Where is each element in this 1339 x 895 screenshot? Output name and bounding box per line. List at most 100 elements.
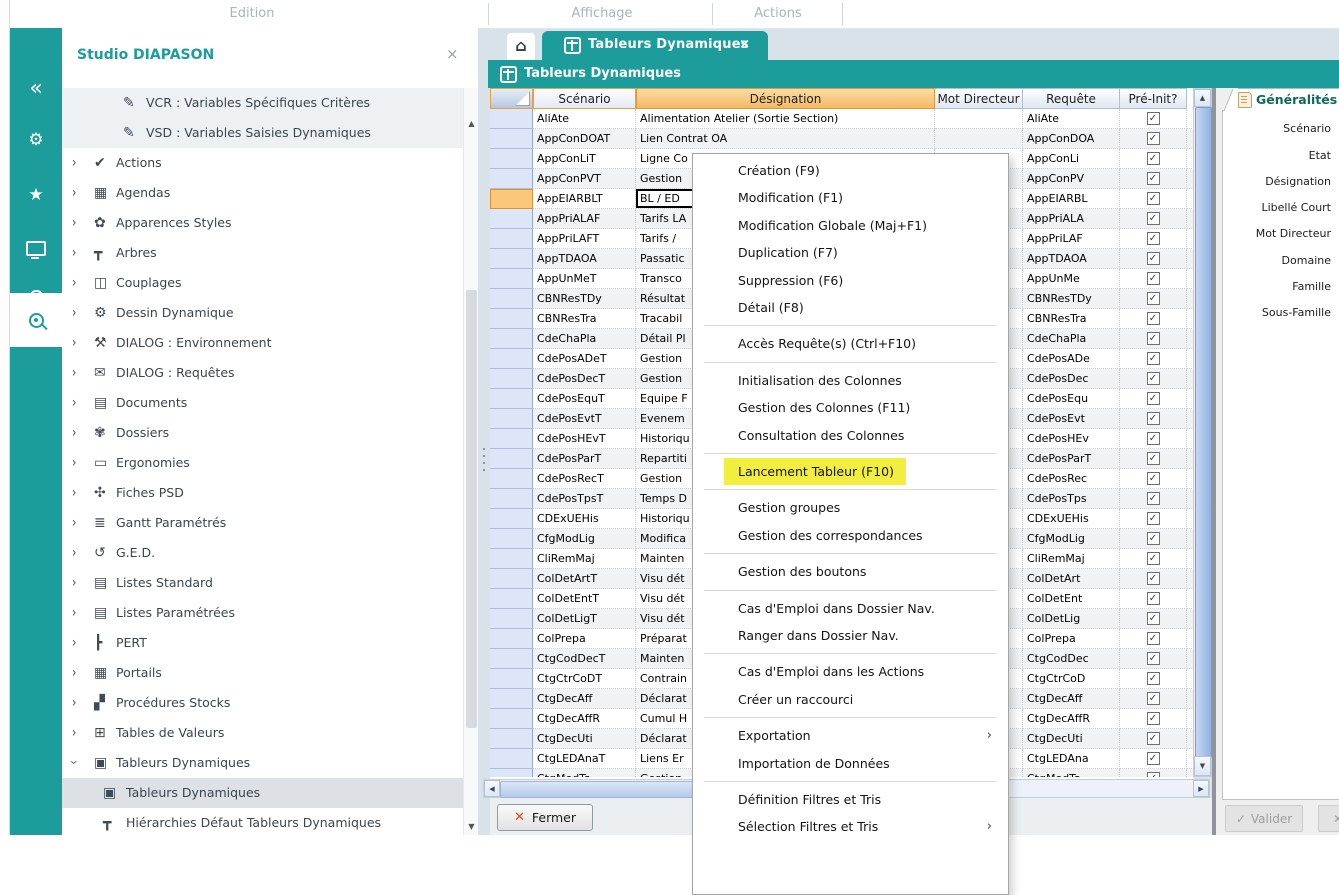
- chevron-right-icon[interactable]: ›: [72, 184, 76, 201]
- checkbox-checked-icon[interactable]: ✓: [1147, 732, 1160, 745]
- grid-cell-scenario[interactable]: CdePosTpsT: [533, 489, 636, 509]
- grid-cell-pre-init[interactable]: ✓: [1120, 669, 1187, 689]
- context-menu-item-d-tail-f8[interactable]: Détail (F8): [693, 294, 1008, 321]
- grid-cell-scenario[interactable]: CtgDecUti: [533, 729, 636, 749]
- checkbox-checked-icon[interactable]: ✓: [1147, 512, 1160, 525]
- row-selector[interactable]: [490, 149, 533, 169]
- checkbox-checked-icon[interactable]: ✓: [1147, 752, 1160, 765]
- context-menu-item-modification-f1[interactable]: Modification (F1): [693, 184, 1008, 211]
- row-selector[interactable]: [490, 249, 533, 269]
- chevron-right-icon[interactable]: ›: [72, 544, 76, 561]
- sidebar-item-fiches-psd[interactable]: ›✣Fiches PSD: [62, 478, 463, 508]
- monitor-icon[interactable]: [10, 230, 62, 266]
- grid-cell-scenario[interactable]: CdeChaPla: [533, 329, 636, 349]
- chevron-right-icon[interactable]: ›: [72, 394, 76, 411]
- grid-cell-pre-init[interactable]: ✓: [1120, 389, 1187, 409]
- chevron-right-icon[interactable]: ›: [72, 574, 76, 591]
- row-selector[interactable]: [490, 429, 533, 449]
- grid-cell-scenario[interactable]: CdePosEvtT: [533, 409, 636, 429]
- context-menu-item-suppression-f6[interactable]: Suppression (F6): [693, 267, 1008, 294]
- row-selector[interactable]: [490, 729, 533, 749]
- scroll-down-icon[interactable]: ▼: [1194, 756, 1211, 776]
- checkbox-checked-icon[interactable]: ✓: [1147, 612, 1160, 625]
- grid-cell-requete[interactable]: CtgDecUti: [1023, 729, 1120, 749]
- grid-cell-pre-init[interactable]: ✓: [1120, 109, 1187, 129]
- row-selector[interactable]: [490, 749, 533, 769]
- grid-cell-scenario[interactable]: CdePosEquT: [533, 389, 636, 409]
- grid-cell-requete[interactable]: AppConPV: [1023, 169, 1120, 189]
- context-menu-item-cas-d-emploi-dans-dossier-nav[interactable]: Cas d'Emploi dans Dossier Nav.: [693, 595, 1008, 622]
- checkbox-checked-icon[interactable]: ✓: [1147, 332, 1160, 345]
- context-menu-item-consultation-des-colonnes[interactable]: Consultation des Colonnes: [693, 422, 1008, 449]
- grid-cell-scenario[interactable]: CdePosParT: [533, 449, 636, 469]
- grid-cell-scenario[interactable]: AppConDOAT: [533, 129, 636, 149]
- grid-cell-scenario[interactable]: AppConLiT: [533, 149, 636, 169]
- grid-cell-pre-init[interactable]: ✓: [1120, 289, 1187, 309]
- checkbox-checked-icon[interactable]: ✓: [1147, 432, 1160, 445]
- context-menu-item-gestion-des-boutons[interactable]: Gestion des boutons: [693, 558, 1008, 585]
- grid-cell-requete[interactable]: CtgModTa: [1023, 769, 1120, 777]
- context-menu-item-d-finition-filtres-et-tris[interactable]: Définition Filtres et Tris: [693, 786, 1008, 813]
- grid-cell-scenario[interactable]: AppEIARBLT: [533, 189, 636, 209]
- checkbox-checked-icon[interactable]: ✓: [1147, 712, 1160, 725]
- checkbox-checked-icon[interactable]: ✓: [1147, 272, 1160, 285]
- annuler-button-partial[interactable]: ✕: [1318, 805, 1339, 832]
- grid-cell-pre-init[interactable]: ✓: [1120, 569, 1187, 589]
- sidebar-item-tableurs-dynamiques[interactable]: ›▣Tableurs Dynamiques: [62, 748, 463, 778]
- grid-cell-mot-directeur[interactable]: [935, 109, 1023, 129]
- chevron-right-icon[interactable]: ›: [72, 364, 76, 381]
- checkbox-checked-icon[interactable]: ✓: [1147, 632, 1160, 645]
- checkbox-checked-icon[interactable]: ✓: [1147, 472, 1160, 485]
- checkbox-checked-icon[interactable]: ✓: [1147, 192, 1160, 205]
- grid-cell-pre-init[interactable]: ✓: [1120, 249, 1187, 269]
- grid-cell-requete[interactable]: CBNResTra: [1023, 309, 1120, 329]
- grid-cell-requete[interactable]: CdePosEvt: [1023, 409, 1120, 429]
- checkbox-checked-icon[interactable]: ✓: [1147, 252, 1160, 265]
- chevron-right-icon[interactable]: ›: [72, 334, 76, 351]
- checkbox-checked-icon[interactable]: ✓: [1147, 152, 1160, 165]
- grid-cell-pre-init[interactable]: ✓: [1120, 409, 1187, 429]
- grid-cell-scenario[interactable]: CtgDecAff: [533, 689, 636, 709]
- row-selector[interactable]: [490, 509, 533, 529]
- context-menu-item-cas-d-emploi-dans-les-actions[interactable]: Cas d'Emploi dans les Actions: [693, 658, 1008, 685]
- sidebar-item-listes-standard[interactable]: ›▤Listes Standard: [62, 568, 463, 598]
- column-header-pre-init[interactable]: Pré-Init?: [1120, 88, 1187, 109]
- grid-cell-pre-init[interactable]: ✓: [1120, 369, 1187, 389]
- grid-cell-pre-init[interactable]: ✓: [1120, 209, 1187, 229]
- checkbox-checked-icon[interactable]: ✓: [1147, 532, 1160, 545]
- column-header-requete[interactable]: Requête: [1023, 88, 1120, 109]
- grid-cell-scenario[interactable]: ColDetArtT: [533, 569, 636, 589]
- sidebar-item-listes-param-tr-es[interactable]: ›▤Listes Paramétrées: [62, 598, 463, 628]
- menu-item-actions[interactable]: Actions: [754, 6, 802, 21]
- grid-cell-scenario[interactable]: CfgModLig: [533, 529, 636, 549]
- checkbox-checked-icon[interactable]: ✓: [1147, 132, 1160, 145]
- grid-cell-requete[interactable]: CliRemMaj: [1023, 549, 1120, 569]
- grid-cell-pre-init[interactable]: ✓: [1120, 729, 1187, 749]
- sidebar-item-agendas[interactable]: ›▦Agendas: [62, 178, 463, 208]
- chevron-right-icon[interactable]: ›: [72, 484, 76, 501]
- gear-icon[interactable]: ⚙: [10, 122, 62, 158]
- row-selector[interactable]: [490, 689, 533, 709]
- grid-cell-scenario[interactable]: AliAte: [533, 109, 636, 129]
- row-selector[interactable]: [490, 369, 533, 389]
- checkbox-checked-icon[interactable]: ✓: [1147, 112, 1160, 125]
- sidebar-item-dialog-environnement[interactable]: ›⚒DIALOG : Environnement: [62, 328, 463, 358]
- grid-cell-scenario[interactable]: CdePosHEvT: [533, 429, 636, 449]
- grid-cell-pre-init[interactable]: ✓: [1120, 629, 1187, 649]
- checkbox-checked-icon[interactable]: ✓: [1147, 372, 1160, 385]
- grid-cell-requete[interactable]: CdePosDec: [1023, 369, 1120, 389]
- context-menu-item-cr-ation-f9[interactable]: Création (F9): [693, 157, 1008, 184]
- grid-cell-requete[interactable]: CdePosRec: [1023, 469, 1120, 489]
- tab-close-icon[interactable]: ×: [739, 37, 750, 52]
- row-selector[interactable]: [490, 389, 533, 409]
- chevron-right-icon[interactable]: ›: [72, 424, 76, 441]
- chevron-right-icon[interactable]: ›: [72, 274, 76, 291]
- grid-cell-pre-init[interactable]: ✓: [1120, 609, 1187, 629]
- row-selector[interactable]: [490, 349, 533, 369]
- chevron-right-icon[interactable]: ›: [72, 514, 76, 531]
- row-selector[interactable]: [490, 289, 533, 309]
- grid-cell-requete[interactable]: CtgCtrCoD: [1023, 669, 1120, 689]
- tab-tableurs-dynamiques[interactable]: Tableurs Dynamiques ×: [542, 31, 768, 60]
- context-menu-item-cr-er-un-raccourci[interactable]: Créer un raccourci: [693, 686, 1008, 713]
- context-menu-item-importation-de-donn-es[interactable]: Importation de Données: [693, 750, 1008, 777]
